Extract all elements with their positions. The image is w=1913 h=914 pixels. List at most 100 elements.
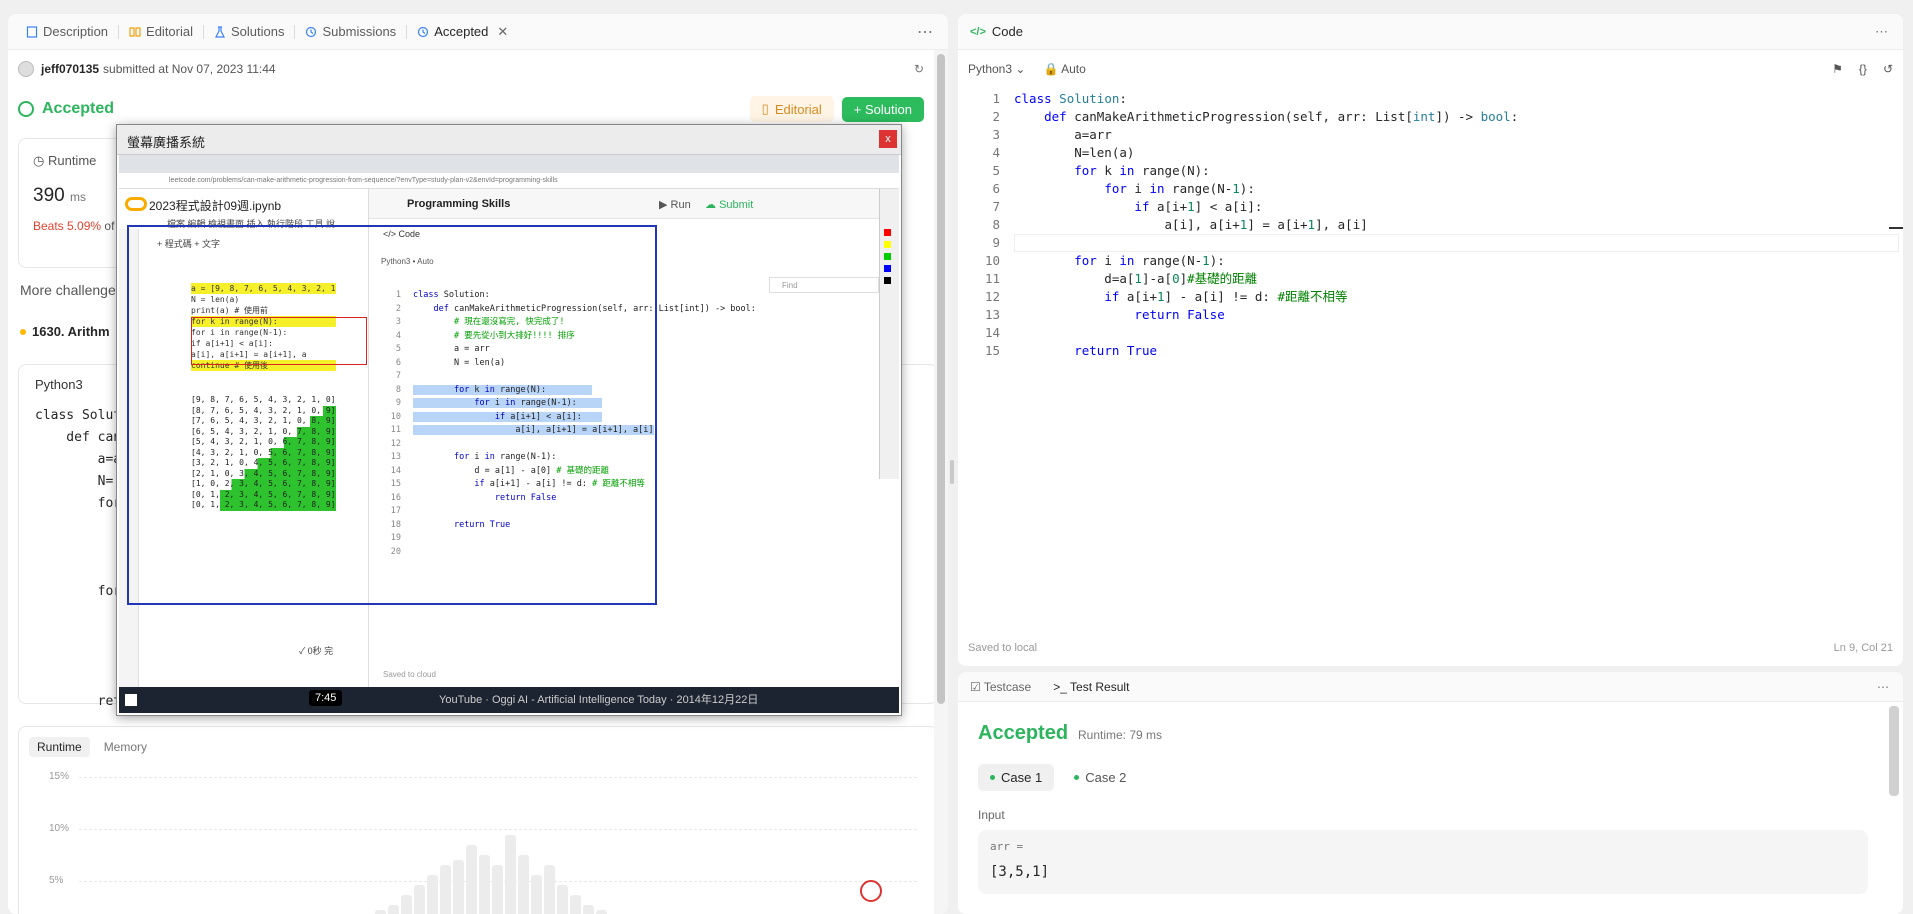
flask-icon	[215, 25, 225, 38]
tab-test-result[interactable]: >_ Test Result	[1053, 680, 1129, 694]
study-plan-title: Programming Skills	[407, 198, 511, 210]
editor-icons: ⚑ {} ↺	[1832, 62, 1893, 76]
distribution-bar[interactable]	[531, 875, 542, 914]
color-swatch[interactable]	[884, 229, 891, 236]
broadcast-window[interactable]: 螢幕廣播系統 x leetcode.com/problems/can-make-…	[116, 124, 902, 716]
close-icon[interactable]: ✕	[497, 24, 508, 40]
editor-footer: Saved to local Ln 9, Col 21	[968, 642, 1893, 654]
distribution-bar[interactable]	[401, 895, 412, 914]
case-tab-2[interactable]: Case 2	[1062, 764, 1138, 791]
windows-start-icon[interactable]	[125, 694, 137, 706]
submission-info: jeff070135 submitted at Nov 07, 2023 11:…	[18, 56, 924, 82]
history-icon	[418, 26, 429, 37]
difficulty-dot	[20, 328, 26, 335]
distribution-bar[interactable]	[466, 845, 477, 914]
input-label: Input	[978, 808, 1005, 822]
distribution-bar[interactable]	[596, 910, 607, 914]
avatar[interactable]	[18, 61, 34, 77]
tab-description[interactable]: Description	[16, 14, 118, 50]
left-tabbar: Description Editorial Solutions Submissi…	[8, 14, 948, 50]
editor-toolbar: Python3 ⌄ 🔒 Auto ⚑ {} ↺	[968, 56, 1893, 82]
more-icon[interactable]: ⋯	[1875, 24, 1889, 40]
input-var-value: [3,5,1]	[990, 864, 1050, 880]
solution-button[interactable]: + Solution	[841, 96, 924, 122]
distribution-bar[interactable]	[414, 885, 425, 914]
distribution-bar[interactable]	[492, 865, 503, 914]
color-swatch[interactable]	[884, 253, 891, 260]
tab-submissions[interactable]: Submissions	[295, 14, 406, 50]
status-row: Accepted ▯ Editorial + Solution	[18, 94, 924, 124]
beats-value: Beats 5.09%	[33, 219, 102, 233]
history-icon	[306, 26, 317, 37]
language-select[interactable]: Python3 ⌄	[968, 62, 1025, 76]
result-runtime: Runtime: 79 ms	[1078, 728, 1163, 742]
runtime-label-text: Runtime	[47, 153, 97, 168]
chart-tab-runtime[interactable]: Runtime	[29, 737, 90, 757]
reset-icon[interactable]: ↺	[1883, 62, 1893, 76]
bookmark-icon[interactable]: ⚑	[1832, 62, 1843, 76]
video-time: 7:45	[309, 690, 343, 706]
color-swatch[interactable]	[884, 277, 891, 284]
saved-status: Saved to cloud	[383, 670, 436, 679]
case-tab-1[interactable]: Case 1	[978, 764, 1055, 791]
code-icon: </>	[970, 25, 986, 38]
username[interactable]: jeff070135	[41, 62, 99, 76]
record-indicator-icon[interactable]	[860, 880, 882, 902]
distribution-bar[interactable]	[388, 905, 399, 914]
scroll-thumb[interactable]	[937, 54, 945, 704]
editorial-button[interactable]: ▯ Editorial	[749, 96, 834, 122]
distribution-bar[interactable]	[453, 860, 464, 914]
beats-suffix: of	[104, 219, 115, 233]
tab-label: Solutions	[231, 24, 285, 39]
minimap-marker	[1889, 227, 1903, 229]
distribution-bar[interactable]	[583, 905, 594, 914]
check-circle-icon	[18, 101, 34, 117]
save-status: Saved to local	[968, 642, 1038, 654]
format-icon[interactable]: {}	[1859, 62, 1867, 76]
close-button[interactable]: x	[879, 130, 897, 148]
input-var-name: arr =	[990, 840, 1024, 853]
distribution-bar[interactable]	[479, 855, 490, 914]
run-button[interactable]: ▶ Run	[659, 198, 691, 211]
panel-resize-handle[interactable]	[950, 460, 954, 484]
distribution-bar[interactable]	[427, 875, 438, 914]
case-label: Case 2	[1085, 770, 1127, 785]
more-icon[interactable]: ⋯	[1877, 680, 1889, 694]
more-challenges-heading: More challenge	[20, 282, 116, 298]
annotation-blue-box	[127, 225, 657, 605]
autosave-toggle[interactable]: 🔒 Auto	[1043, 62, 1085, 76]
distribution-chart: Runtime Memory 15% 10% 5%	[18, 726, 938, 914]
tab-label: Description	[43, 24, 109, 39]
submit-button[interactable]: ☁ Submit	[705, 198, 753, 211]
distribution-bar[interactable]	[544, 865, 555, 914]
tab-solutions[interactable]: Solutions	[204, 14, 294, 50]
left-scrollbar[interactable]	[934, 50, 948, 914]
bar-group	[99, 745, 907, 914]
challenge-item[interactable]: 1630. Arithm	[20, 324, 110, 339]
color-swatch[interactable]	[884, 265, 891, 272]
distribution-bar[interactable]	[375, 910, 386, 914]
distribution-bar[interactable]	[440, 865, 451, 914]
color-swatch[interactable]	[884, 241, 891, 248]
y-tick: 15%	[49, 771, 70, 782]
share-icon[interactable]: ↻	[914, 62, 924, 76]
tab-testcase[interactable]: ☑ Testcase	[970, 680, 1031, 694]
editorial-label: Editorial	[774, 101, 822, 117]
distribution-bar[interactable]	[570, 895, 581, 914]
case-label: Case 1	[1001, 770, 1043, 785]
drawing-toolbar[interactable]	[879, 189, 899, 479]
line-numbers: 1 2 3 4 5 6 7 8 9 10 11 12 13 14 15	[984, 91, 1000, 358]
code-editor[interactable]: class Solution: def canMakeArithmeticPro…	[1014, 90, 1518, 360]
result-tabs: ☑ Testcase >_ Test Result ⋯	[958, 672, 1903, 702]
distribution-bar[interactable]	[557, 885, 568, 914]
description-icon	[26, 25, 38, 38]
more-icon[interactable]: ⋯	[917, 22, 934, 42]
tab-accepted[interactable]: Accepted ✕	[407, 14, 518, 50]
distribution-bar[interactable]	[505, 835, 516, 914]
challenge-title: 1630. Arithm	[32, 324, 110, 339]
plus-icon: +	[853, 101, 866, 117]
result-scrollbar[interactable]	[1889, 706, 1899, 796]
tab-editorial[interactable]: Editorial	[119, 14, 203, 50]
distribution-bar[interactable]	[518, 855, 529, 914]
y-tick: 5%	[49, 875, 64, 886]
